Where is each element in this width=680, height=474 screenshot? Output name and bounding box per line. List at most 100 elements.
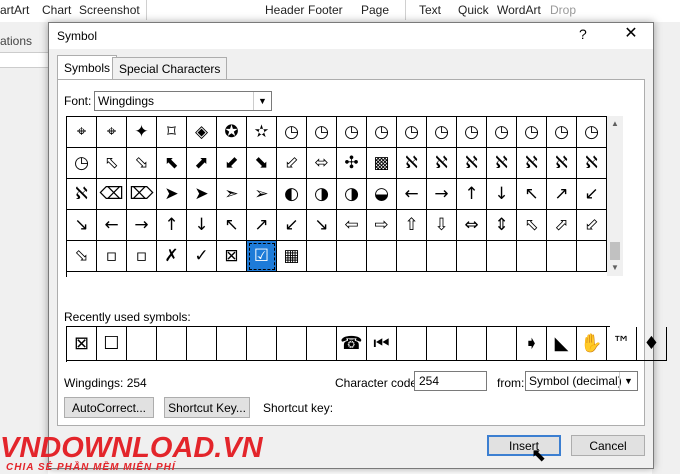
symbol-cell[interactable]: ◒ bbox=[367, 179, 397, 210]
ribbon-footer[interactable]: Footer bbox=[308, 3, 343, 17]
symbol-cell[interactable]: ▫ bbox=[97, 241, 127, 272]
ribbon-quick[interactable]: Quick bbox=[458, 3, 489, 17]
recent-symbol-cell[interactable]: ☐ bbox=[97, 327, 127, 361]
symbol-cell[interactable]: ℵ bbox=[67, 179, 97, 210]
symbol-cell[interactable]: ⬁ bbox=[97, 148, 127, 179]
recent-symbol-cell[interactable] bbox=[427, 327, 457, 361]
font-dropdown[interactable]: Wingdings ▼ bbox=[94, 91, 272, 111]
close-button[interactable]: ✕ bbox=[621, 23, 641, 43]
symbol-cell[interactable] bbox=[517, 241, 547, 272]
scroll-down-icon[interactable]: ▼ bbox=[607, 260, 623, 276]
symbol-grid[interactable]: ⌖ ⌖ ✦ ⌑ ◈ ✪ ✫ ◷ ◷ ◷ ◷ ◷ ◷ ◷ ◷ ◷ ◷ ◷ ◷ ⬁ ⬂ ⬉ ⬈ ⬋ ⬊ ⬃ ⬄ ✣ ▩ ℵ ℵ ℵ ℵ ℵ ℵ ℵ ℵ ⌫ ⌦ ➤… bbox=[66, 116, 607, 277]
scrollbar-thumb[interactable] bbox=[610, 242, 620, 260]
recent-symbol-cell[interactable] bbox=[217, 327, 247, 361]
symbol-cell[interactable]: ⬋ bbox=[217, 148, 247, 179]
ribbon-text[interactable]: Text bbox=[419, 3, 441, 17]
recent-symbols-grid[interactable]: ⊠ ☐ ☎ ⏮ ➧ ◣ ✋ ™ ♦ bbox=[66, 326, 667, 362]
recent-symbol-cell[interactable] bbox=[487, 327, 517, 361]
symbol-cell[interactable]: ⬀ bbox=[547, 210, 577, 241]
symbol-cell[interactable]: ▫ bbox=[127, 241, 157, 272]
recent-symbol-cell[interactable]: ◣ bbox=[547, 327, 577, 361]
symbol-cell[interactable]: ↘ bbox=[307, 210, 337, 241]
shortcut-key-button[interactable]: Shortcut Key... bbox=[164, 397, 250, 418]
symbol-cell[interactable]: ℵ bbox=[457, 148, 487, 179]
symbol-cell[interactable]: → bbox=[427, 179, 457, 210]
symbol-cell[interactable]: ▩ bbox=[367, 148, 397, 179]
symbol-cell[interactable] bbox=[487, 241, 517, 272]
symbol-cell[interactable]: ◈ bbox=[187, 117, 217, 148]
symbol-cell[interactable]: ⇔ bbox=[457, 210, 487, 241]
symbol-cell[interactable]: ↗ bbox=[547, 179, 577, 210]
recent-symbol-cell[interactable] bbox=[457, 327, 487, 361]
symbol-cell[interactable]: ◷ bbox=[367, 117, 397, 148]
symbol-cell[interactable]: ▦ bbox=[277, 241, 307, 272]
ribbon-chart[interactable]: Chart bbox=[42, 3, 71, 17]
symbol-cell[interactable]: ⇨ bbox=[367, 210, 397, 241]
symbol-cell[interactable]: ← bbox=[97, 210, 127, 241]
ribbon-screenshot[interactable]: Screenshot bbox=[79, 3, 140, 17]
symbol-cell[interactable]: ⇦ bbox=[337, 210, 367, 241]
symbol-cell[interactable]: ⇩ bbox=[427, 210, 457, 241]
ribbon-smartart[interactable]: artArt bbox=[0, 3, 29, 17]
symbol-cell[interactable] bbox=[547, 241, 577, 272]
symbol-cell[interactable]: ◷ bbox=[487, 117, 517, 148]
symbol-cell[interactable]: ◷ bbox=[457, 117, 487, 148]
ribbon-wordart[interactable]: WordArt bbox=[497, 3, 541, 17]
symbol-cell[interactable]: ↖ bbox=[517, 179, 547, 210]
symbol-cell[interactable]: ✣ bbox=[337, 148, 367, 179]
symbol-cell[interactable]: ⬃ bbox=[577, 210, 607, 241]
symbol-cell[interactable]: ◑ bbox=[307, 179, 337, 210]
symbol-cell[interactable]: ℵ bbox=[517, 148, 547, 179]
symbol-cell[interactable]: ⬉ bbox=[157, 148, 187, 179]
symbol-cell[interactable]: ➤ bbox=[157, 179, 187, 210]
symbol-cell[interactable]: ◷ bbox=[427, 117, 457, 148]
symbol-cell[interactable]: ↖ bbox=[217, 210, 247, 241]
symbol-cell[interactable] bbox=[307, 241, 337, 272]
recent-symbol-cell[interactable]: ⊠ bbox=[67, 327, 97, 361]
recent-symbol-cell[interactable] bbox=[187, 327, 217, 361]
symbol-cell[interactable] bbox=[397, 241, 427, 272]
symbol-cell[interactable]: ⊠ bbox=[217, 241, 247, 272]
recent-symbol-cell[interactable] bbox=[127, 327, 157, 361]
symbol-cell[interactable]: ⬈ bbox=[187, 148, 217, 179]
symbol-cell[interactable]: ↓ bbox=[487, 179, 517, 210]
symbol-cell[interactable] bbox=[367, 241, 397, 272]
symbol-cell[interactable]: ⌦ bbox=[127, 179, 157, 210]
symbol-cell[interactable]: ☑ bbox=[247, 241, 277, 272]
symbol-cell[interactable]: ⬄ bbox=[307, 148, 337, 179]
symbol-cell[interactable]: ◷ bbox=[547, 117, 577, 148]
symbol-cell[interactable]: ⬃ bbox=[277, 148, 307, 179]
recent-symbol-cell[interactable]: ♦ bbox=[637, 327, 667, 361]
symbol-cell[interactable]: ↑ bbox=[457, 179, 487, 210]
symbol-cell[interactable] bbox=[577, 241, 607, 272]
symbol-cell[interactable]: ◷ bbox=[397, 117, 427, 148]
symbol-cell[interactable]: → bbox=[127, 210, 157, 241]
tab-special-characters[interactable]: Special Characters bbox=[112, 57, 228, 79]
symbol-cell[interactable]: ✫ bbox=[247, 117, 277, 148]
symbol-cell[interactable]: ⬁ bbox=[517, 210, 547, 241]
symbol-cell[interactable]: ↗ bbox=[247, 210, 277, 241]
cancel-button[interactable]: Cancel bbox=[571, 435, 645, 456]
ribbon-drop[interactable]: Drop bbox=[550, 3, 576, 17]
symbol-cell[interactable]: ⌖ bbox=[67, 117, 97, 148]
symbol-cell[interactable]: ⌑ bbox=[157, 117, 187, 148]
ribbon-header[interactable]: Header bbox=[265, 3, 304, 17]
symbol-cell[interactable]: ⬊ bbox=[247, 148, 277, 179]
symbol-cell[interactable]: ◷ bbox=[517, 117, 547, 148]
symbol-cell[interactable]: ◑ bbox=[337, 179, 367, 210]
symbol-cell[interactable]: ✦ bbox=[127, 117, 157, 148]
symbol-cell[interactable]: ⬂ bbox=[67, 241, 97, 272]
symbol-cell[interactable]: ✓ bbox=[187, 241, 217, 272]
symbol-cell[interactable]: ⌫ bbox=[97, 179, 127, 210]
symbol-cell[interactable]: ℵ bbox=[397, 148, 427, 179]
symbol-cell[interactable] bbox=[427, 241, 457, 272]
recent-symbol-cell[interactable]: ⏮ bbox=[367, 327, 397, 361]
symbol-cell[interactable]: ← bbox=[397, 179, 427, 210]
symbol-cell[interactable]: ↙ bbox=[277, 210, 307, 241]
recent-symbol-cell[interactable] bbox=[247, 327, 277, 361]
recent-symbol-cell[interactable]: ✋ bbox=[577, 327, 607, 361]
chevron-down-icon[interactable]: ▼ bbox=[619, 372, 637, 390]
help-button[interactable]: ? bbox=[579, 26, 587, 42]
symbol-cell[interactable]: ⇧ bbox=[397, 210, 427, 241]
symbol-cell[interactable]: ◷ bbox=[307, 117, 337, 148]
